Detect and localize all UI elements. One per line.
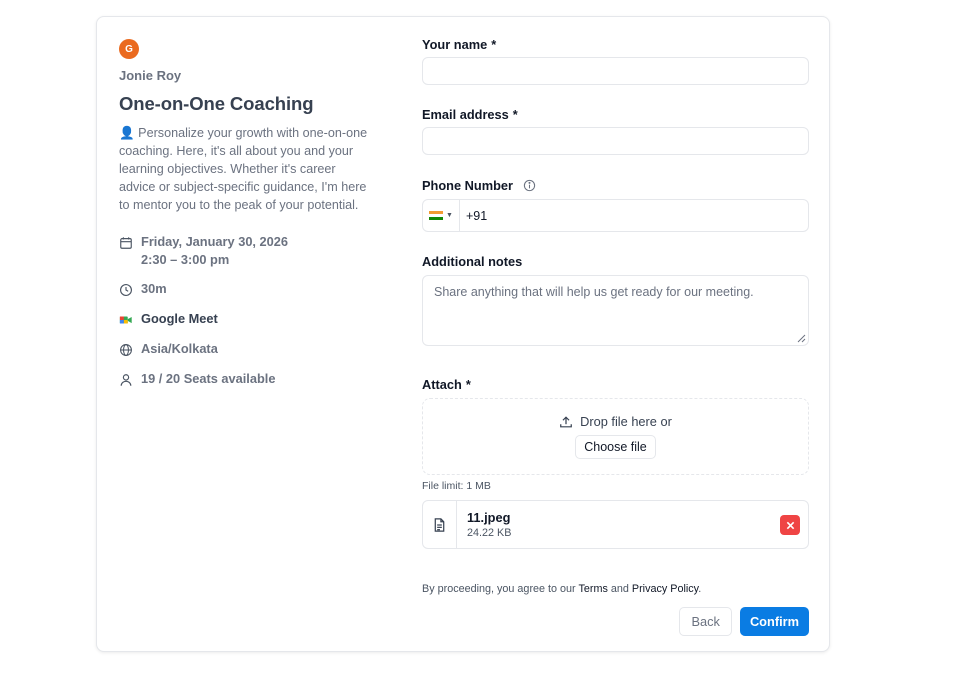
confirm-button[interactable]: Confirm [739, 607, 809, 636]
terms-link[interactable]: Terms [578, 583, 607, 595]
event-date-row: Friday, January 30, 2026 2:30 – 3:00 pm [119, 234, 369, 267]
name-label: Your name * [422, 37, 497, 52]
booking-card: G Jonie Roy One-on-One Coaching 👤 Person… [96, 16, 830, 652]
choose-file-button[interactable]: Choose file [575, 435, 656, 459]
notes-placeholder: Share anything that will help us get rea… [434, 285, 754, 299]
calendar-icon [120, 237, 132, 249]
legal-notice: By proceeding, you agree to our Terms an… [422, 583, 702, 595]
country-selector[interactable]: ▼ [423, 200, 460, 231]
dropzone-prompt: Drop file here or [559, 414, 672, 429]
file-limit: File limit: 1 MB [422, 480, 491, 492]
remove-file-button[interactable] [780, 515, 800, 535]
event-location: Google Meet [141, 311, 218, 326]
event-duration-row: 30m [119, 281, 369, 297]
back-button[interactable]: Back [679, 607, 732, 636]
event-seats: 19 / 20 Seats available [141, 371, 276, 386]
event-location-row: Google Meet [119, 311, 369, 327]
file-icon [423, 501, 457, 548]
clock-icon [120, 284, 132, 296]
info-icon[interactable] [523, 179, 536, 192]
file-name: 11.jpeg [467, 510, 511, 525]
file-info: 11.jpeg 24.22 KB [467, 510, 511, 539]
event-timezone-row: Asia/Kolkata [119, 341, 369, 357]
event-date: Friday, January 30, 2026 [141, 234, 289, 249]
form-actions: Back Confirm [422, 607, 809, 636]
chevron-down-icon: ▼ [446, 212, 453, 219]
file-size: 24.22 KB [467, 527, 512, 539]
privacy-link[interactable]: Privacy Policy [632, 583, 698, 595]
phone-field: ▼ [422, 199, 809, 232]
phone-label: Phone Number [422, 178, 809, 193]
notes-label: Additional notes [422, 254, 523, 269]
resize-handle-icon[interactable] [796, 333, 806, 343]
attached-file: 11.jpeg 24.22 KB [422, 500, 809, 549]
event-timezone[interactable]: Asia/Kolkata [141, 341, 218, 356]
event-meta: Friday, January 30, 2026 2:30 – 3:00 pm … [119, 234, 369, 387]
email-label: Email address * [422, 107, 518, 122]
notes-textarea[interactable]: Share anything that will help us get rea… [422, 275, 809, 346]
avatar: G [119, 39, 139, 59]
name-input[interactable] [422, 57, 809, 85]
event-details: G Jonie Roy One-on-One Coaching 👤 Person… [119, 39, 369, 387]
phone-input[interactable] [466, 208, 786, 223]
user-icon [120, 374, 132, 386]
attach-label: Attach * [422, 377, 471, 392]
file-dropzone[interactable]: Drop file here or Choose file [422, 398, 809, 475]
google-meet-icon [119, 316, 132, 324]
event-duration: 30m [141, 281, 167, 296]
email-input[interactable] [422, 127, 809, 155]
close-icon [786, 521, 794, 529]
india-flag-icon [429, 210, 444, 221]
event-time: 2:30 – 3:00 pm [141, 252, 230, 267]
host-name: Jonie Roy [119, 68, 182, 83]
upload-icon [560, 415, 572, 427]
event-seats-row: 19 / 20 Seats available [119, 371, 369, 387]
event-title: One-on-One Coaching [119, 93, 314, 114]
globe-icon [120, 344, 132, 356]
booking-form: Your name * Email address * Phone Number ▼… [422, 37, 809, 636]
event-description: 👤 Personalize your growth with one-on-on… [119, 126, 368, 212]
